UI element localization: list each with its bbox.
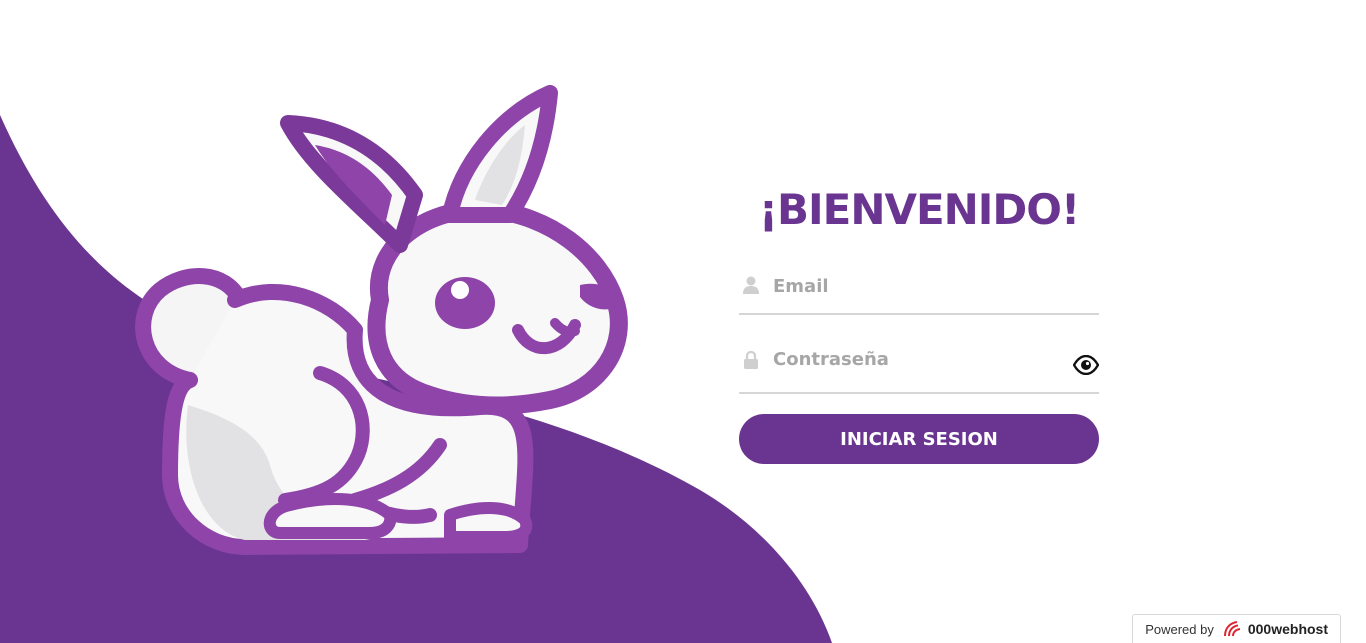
powered-by-badge[interactable]: Powered by 000webhost [1132, 614, 1341, 643]
000webhost-logo-icon [1223, 621, 1241, 637]
welcome-title: ¡BIENVENIDO! [758, 185, 1080, 234]
password-field-wrapper [739, 345, 1099, 394]
powered-by-label: Powered by [1145, 621, 1214, 637]
host-name: 000webhost [1247, 621, 1328, 637]
lock-icon [744, 351, 758, 369]
login-page: ¡BIENVENIDO! INICIAR SESION Powered by [0, 0, 1366, 643]
user-icon [743, 276, 759, 294]
login-button[interactable]: INICIAR SESION [739, 414, 1099, 464]
login-form: ¡BIENVENIDO! INICIAR SESION [739, 180, 1099, 464]
email-input[interactable] [773, 272, 1063, 300]
host-brand: 000webhost [1222, 620, 1328, 638]
email-field-wrapper [739, 272, 1099, 315]
password-input[interactable] [773, 345, 1063, 373]
bunny-logo [135, 85, 628, 555]
eye-icon[interactable] [1073, 355, 1099, 375]
